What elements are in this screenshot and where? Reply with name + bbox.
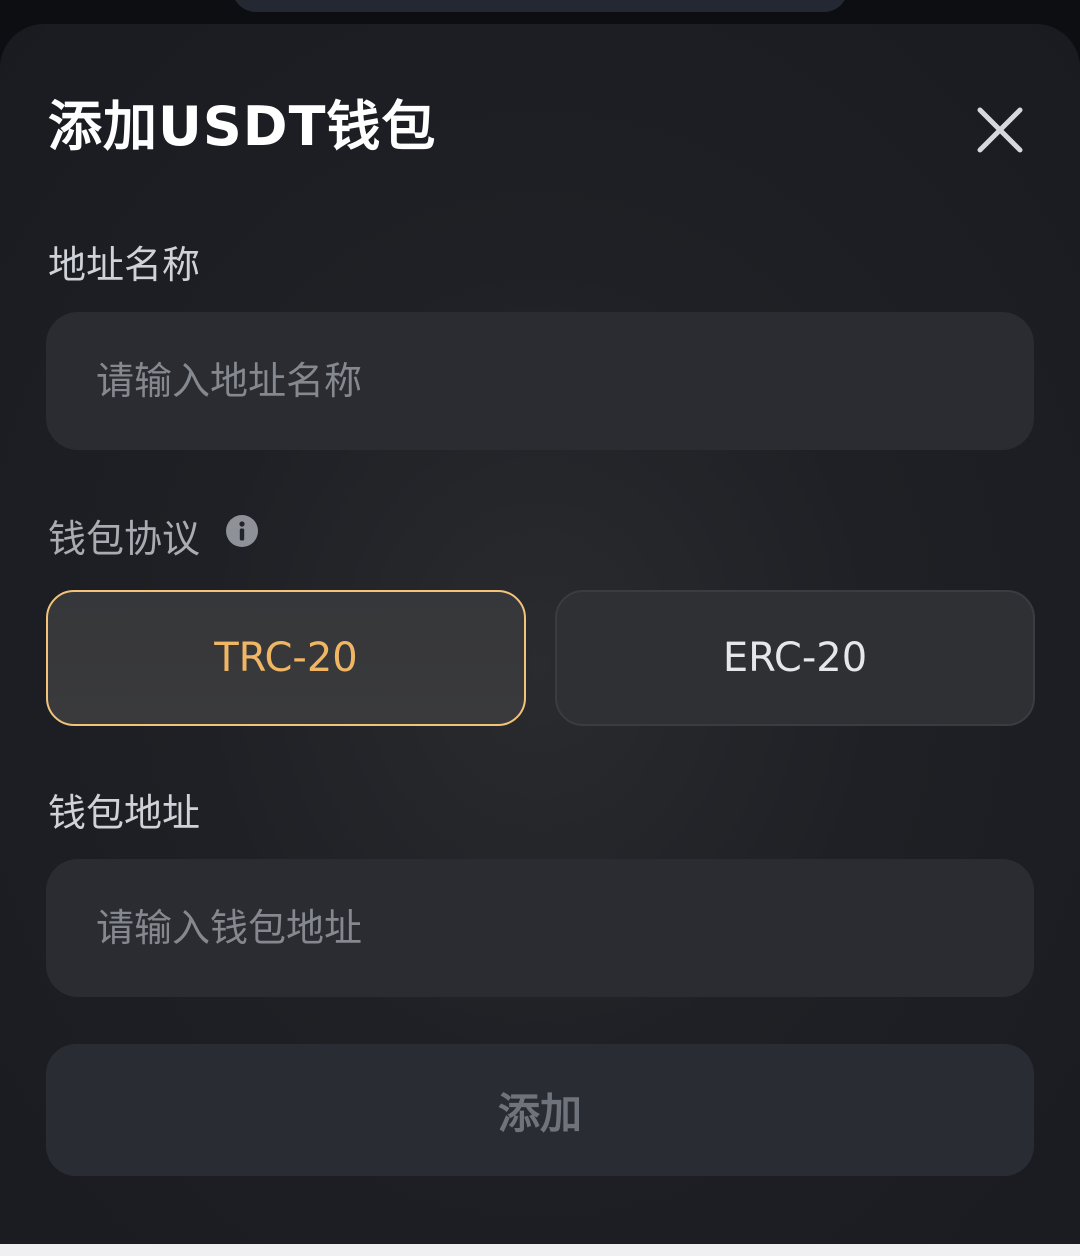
info-icon[interactable]: [225, 514, 259, 548]
address-name-input[interactable]: [46, 312, 1034, 450]
protocol-option-label: TRC-20: [214, 635, 358, 681]
protocol-label: 钱包协议: [48, 517, 201, 561]
bottom-edge: [0, 1244, 1080, 1256]
sheet-title: 添加USDT钱包: [48, 95, 437, 158]
wallet-address-label: 钱包地址: [48, 791, 201, 835]
protocol-option-erc20[interactable]: ERC-20: [555, 590, 1035, 726]
wallet-address-input[interactable]: [46, 859, 1034, 997]
background-handle: [232, 0, 848, 12]
address-name-label: 地址名称: [48, 243, 201, 287]
close-icon[interactable]: [972, 102, 1028, 158]
add-wallet-sheet: 添加USDT钱包 地址名称 钱包协议 TRC-20 ERC-20 钱包地址 添加: [0, 24, 1080, 1256]
address-name-field[interactable]: [46, 312, 1034, 450]
add-button[interactable]: 添加: [46, 1044, 1034, 1176]
wallet-address-field[interactable]: [46, 859, 1034, 997]
protocol-option-trc20[interactable]: TRC-20: [46, 590, 526, 726]
protocol-option-label: ERC-20: [722, 635, 868, 681]
